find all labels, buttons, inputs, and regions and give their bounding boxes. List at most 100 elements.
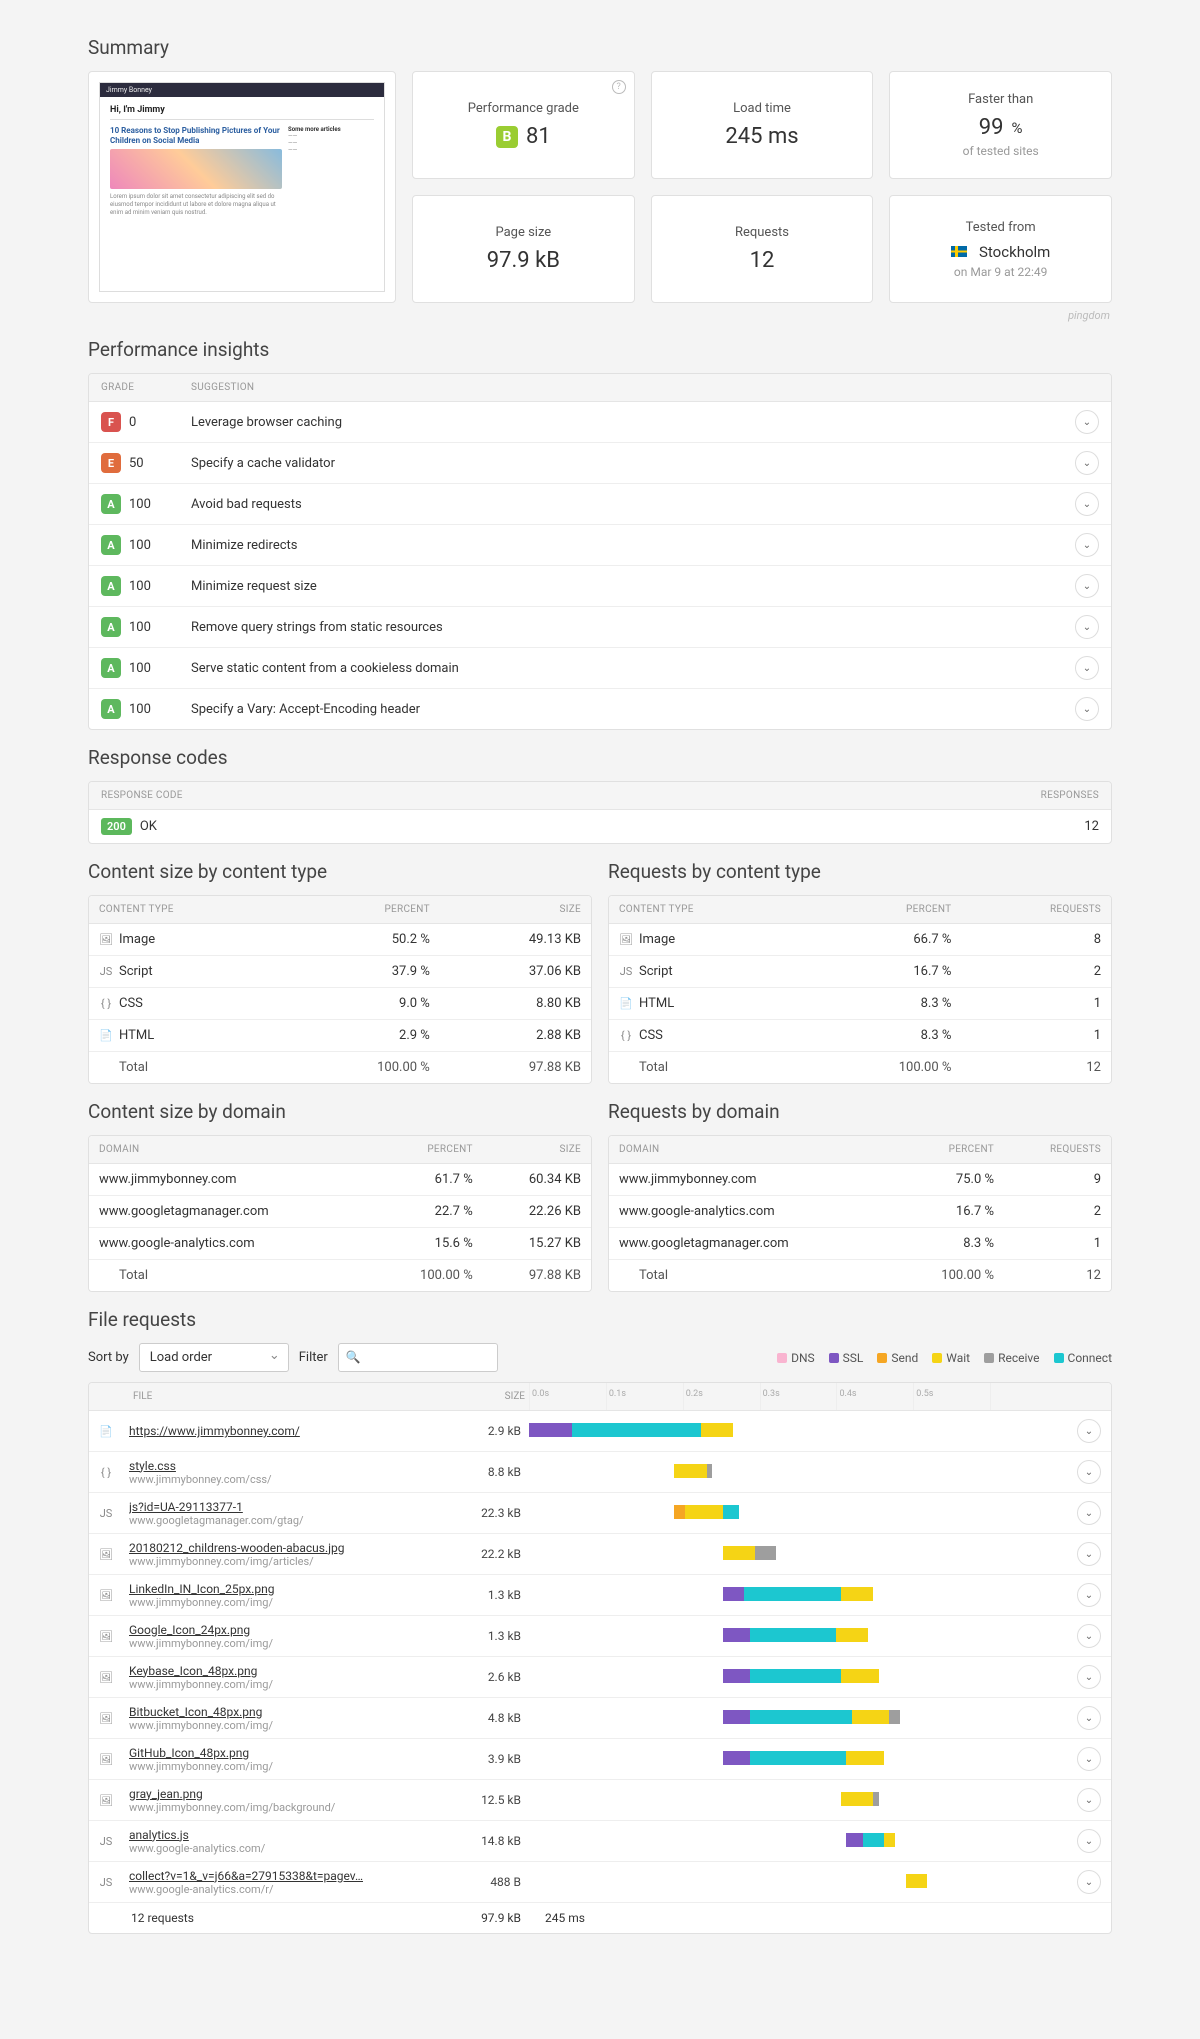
insight-score: 0 <box>129 415 136 430</box>
css-icon: { } <box>619 1029 633 1042</box>
table-row: www.google-analytics.com16.7 %2 <box>609 1196 1111 1228</box>
expand-button[interactable]: ⌄ <box>1077 1747 1101 1771</box>
expand-button[interactable]: ⌄ <box>1077 1583 1101 1607</box>
expand-button[interactable]: ⌄ <box>1075 615 1099 639</box>
js-icon: JS <box>99 1507 113 1520</box>
expand-button[interactable]: ⌄ <box>1077 1624 1101 1648</box>
file-row: JS js?id=UA-29113377-1www.googletagmanage… <box>89 1493 1111 1534</box>
file-timeline <box>529 1616 1067 1656</box>
expand-button[interactable]: ⌄ <box>1077 1460 1101 1484</box>
expand-button[interactable]: ⌄ <box>1077 1501 1101 1525</box>
ssl-swatch-icon <box>829 1353 839 1363</box>
table-req-domain: DOMAINPERCENTREQUESTS www.jimmybonney.co… <box>609 1136 1111 1291</box>
recv-swatch-icon <box>984 1353 994 1363</box>
expand-button[interactable]: ⌄ <box>1075 492 1099 516</box>
chevron-down-icon: ⌄ <box>1085 1549 1093 1560</box>
insight-row[interactable]: A100Avoid bad requests⌄ <box>89 484 1111 525</box>
chevron-down-icon: ⌄ <box>1083 417 1091 428</box>
expand-button[interactable]: ⌄ <box>1075 410 1099 434</box>
chevron-down-icon: ⌄ <box>1083 704 1091 715</box>
expand-button[interactable]: ⌄ <box>1077 1788 1101 1812</box>
insight-text: Serve static content from a cookieless d… <box>191 661 1075 676</box>
table-row: www.jimmybonney.com75.0 %9 <box>609 1164 1111 1196</box>
insight-row[interactable]: A 100 Remove query strings from static res… <box>89 607 1111 648</box>
table-row: { }CSS9.0 %8.80 KB <box>89 988 591 1020</box>
heading-insights: Performance insights <box>88 338 1112 361</box>
img-icon: 🖼 <box>99 1671 113 1684</box>
insight-row[interactable]: F0Leverage browser caching⌄ <box>89 402 1111 443</box>
expand-button[interactable]: ⌄ <box>1077 1829 1101 1853</box>
grade-badge: A <box>101 617 121 637</box>
insight-row[interactable]: A100Minimize redirects⌄ <box>89 525 1111 566</box>
timeline-tick: 0.5s <box>913 1383 990 1410</box>
heading-summary: Summary <box>88 36 1112 59</box>
grade-badge: B <box>496 126 518 148</box>
chevron-down-icon: ⌄ <box>1085 1754 1093 1765</box>
file-timeline <box>529 1493 1067 1533</box>
bar-recv <box>707 1464 712 1478</box>
insights-panel: GRADESUGGESTION F0Leverage browser cachi… <box>88 373 1112 730</box>
table-row: { }CSS8.3 %1 <box>609 1020 1111 1052</box>
insight-text: Specify a cache validator <box>191 456 1075 471</box>
insight-score: 100 <box>129 702 151 717</box>
file-row: JScollect?v=1&_v=j66&a=27915338&t=pagev…… <box>89 1862 1111 1902</box>
sort-label: Sort by <box>88 1350 129 1365</box>
sort-select[interactable]: Load order <box>139 1343 289 1372</box>
file-link[interactable]: gray_jean.png <box>129 1787 441 1801</box>
expand-button[interactable]: ⌄ <box>1075 574 1099 598</box>
expand-button[interactable]: ⌄ <box>1075 533 1099 557</box>
expand-button[interactable]: ⌄ <box>1077 1542 1101 1566</box>
file-link[interactable]: collect?v=1&_v=j66&a=27915338&t=pagev… <box>129 1869 441 1883</box>
chevron-down-icon: ⌄ <box>1085 1877 1093 1888</box>
file-link[interactable]: Google_Icon_24px.png <box>129 1623 441 1637</box>
chevron-down-icon: ⌄ <box>1083 540 1091 551</box>
filter-input[interactable] <box>338 1343 498 1372</box>
insight-row[interactable]: A100Serve static content from a cookiele… <box>89 648 1111 689</box>
insight-row[interactable]: A100Minimize request size⌄ <box>89 566 1111 607</box>
file-link[interactable]: https://www.jimmybonney.com/ <box>129 1424 441 1438</box>
perf-score: 81 <box>526 124 551 149</box>
bar-ssl <box>723 1751 750 1765</box>
thumb-greeting: Hi, I'm Jimmy <box>110 105 374 115</box>
help-icon[interactable]: ? <box>612 80 626 94</box>
file-link[interactable]: style.css <box>129 1459 441 1473</box>
table-row: 🖼Image50.2 %49.13 KB <box>89 924 591 956</box>
expand-button[interactable]: ⌄ <box>1077 1706 1101 1730</box>
bar-conn <box>863 1833 885 1847</box>
file-link[interactable]: GitHub_Icon_48px.png <box>129 1746 441 1760</box>
file-link[interactable]: Bitbucket_Icon_48px.png <box>129 1705 441 1719</box>
file-timeline <box>529 1452 1067 1492</box>
file-timeline <box>529 1575 1067 1615</box>
bar-conn <box>750 1751 847 1765</box>
conn-swatch-icon <box>1054 1353 1064 1363</box>
bar-wait <box>841 1669 879 1683</box>
file-link[interactable]: Keybase_Icon_48px.png <box>129 1664 441 1678</box>
file-size: 1.3 kB <box>449 1629 529 1643</box>
bar-wait <box>852 1710 890 1724</box>
file-link[interactable]: analytics.js <box>129 1828 441 1842</box>
card-faster-than: Faster than 99 % of tested sites <box>889 71 1112 179</box>
expand-button[interactable]: ⌄ <box>1077 1870 1101 1894</box>
heading-csize-type: Content size by content type <box>88 860 592 883</box>
file-size: 1.3 kB <box>449 1588 529 1602</box>
expand-button[interactable]: ⌄ <box>1075 451 1099 475</box>
expand-button[interactable]: ⌄ <box>1077 1419 1101 1443</box>
file-path: www.jimmybonney.com/img/ <box>129 1596 441 1609</box>
file-path: www.googletagmanager.com/gtag/ <box>129 1514 441 1527</box>
insight-row[interactable]: E50Specify a cache validator⌄ <box>89 443 1111 484</box>
insight-score: 100 <box>129 620 151 635</box>
file-link[interactable]: 20180212_childrens-wooden-abacus.jpg <box>129 1541 441 1555</box>
expand-button[interactable]: ⌄ <box>1075 697 1099 721</box>
file-size: 2.9 kB <box>449 1424 529 1438</box>
file-link[interactable]: LinkedIn_IN_Icon_25px.png <box>129 1582 441 1596</box>
file-link[interactable]: js?id=UA-29113377-1 <box>129 1500 441 1514</box>
insight-row[interactable]: A100Specify a Vary: Accept-Encoding head… <box>89 689 1111 729</box>
table-row: www.google-analytics.com15.6 %15.27 KB <box>89 1228 591 1260</box>
expand-button[interactable]: ⌄ <box>1075 656 1099 680</box>
status-badge: 200 <box>101 818 132 835</box>
insight-text: Remove query strings from static resourc… <box>191 620 1075 635</box>
grade-badge: A <box>101 699 121 719</box>
bar-conn <box>750 1628 836 1642</box>
bar-ssl <box>846 1833 862 1847</box>
expand-button[interactable]: ⌄ <box>1077 1665 1101 1689</box>
